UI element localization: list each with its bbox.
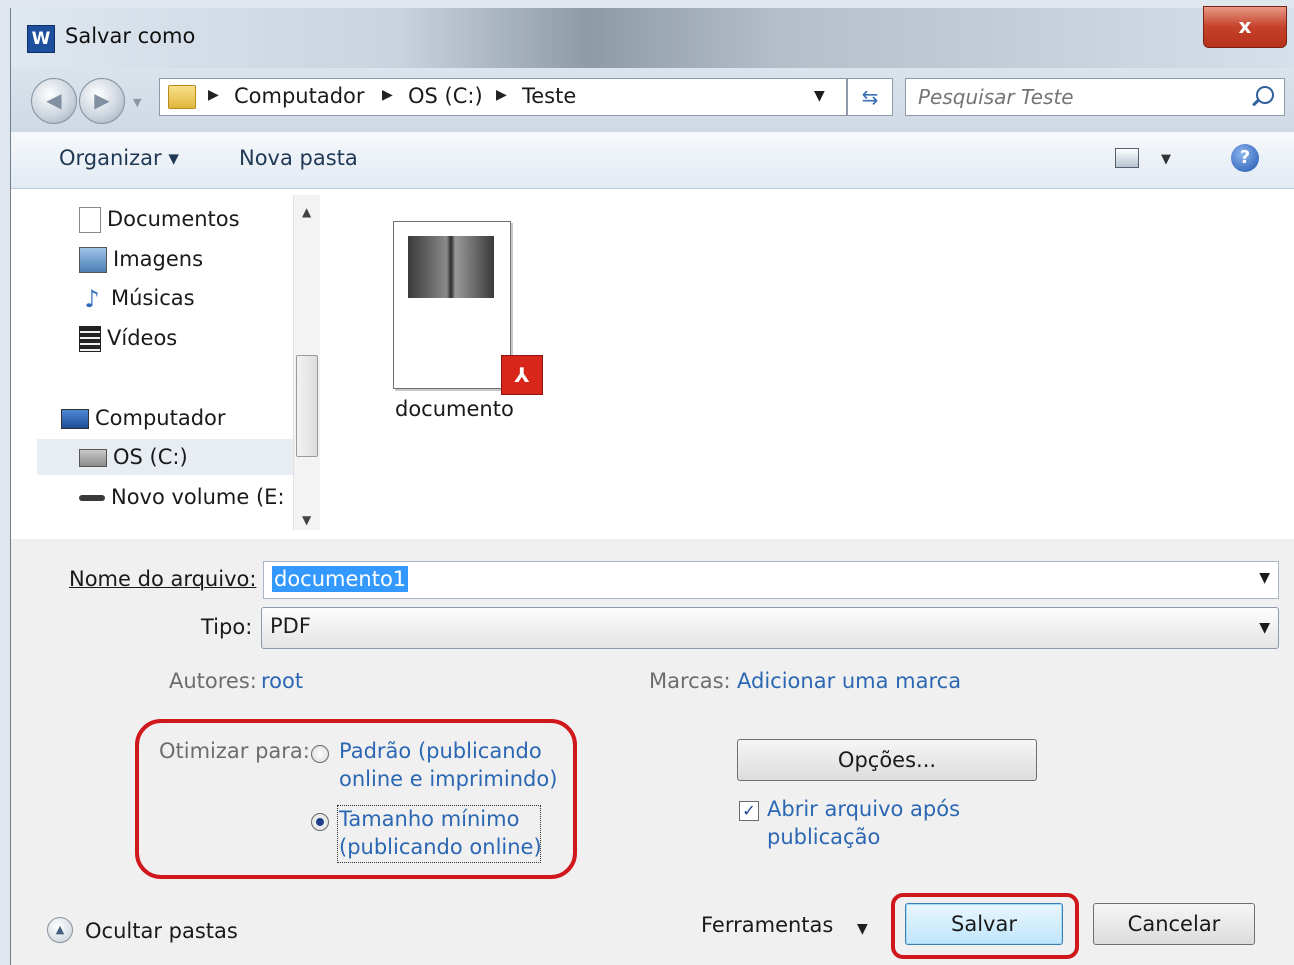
refresh-button[interactable]: ⇆ xyxy=(847,78,893,116)
filename-label: Nome do arquivo: xyxy=(69,567,257,591)
pdf-icon: ⅄ xyxy=(501,355,543,395)
hide-folders-button[interactable]: Ocultar pastas xyxy=(85,919,238,943)
filename-field[interactable]: documento1 ▼ xyxy=(263,561,1279,599)
file-name-label[interactable]: documento xyxy=(395,397,514,421)
tree-item-label: Novo volume (E: xyxy=(111,485,285,509)
search-icon[interactable] xyxy=(1256,86,1274,104)
drive-icon xyxy=(79,449,107,467)
forward-button[interactable]: ▶ xyxy=(79,78,125,124)
organize-menu[interactable]: Organizar ▾ xyxy=(59,146,179,170)
open-after-label-line2[interactable]: publicação xyxy=(767,825,880,849)
cancel-button[interactable]: Cancelar xyxy=(1093,903,1255,945)
back-button[interactable]: ◀ xyxy=(31,78,77,124)
type-label: Tipo: xyxy=(201,615,253,639)
optimize-minimum-radio[interactable] xyxy=(311,813,329,831)
breadcrumb-os-c[interactable]: OS (C:) xyxy=(408,84,483,108)
filename-dropdown-icon[interactable]: ▼ xyxy=(1259,570,1270,586)
optimize-standard-radio[interactable] xyxy=(311,745,329,763)
tree-item-computador[interactable]: Computador xyxy=(61,400,316,436)
refresh-icon: ⇆ xyxy=(861,85,879,109)
type-select-value: PDF xyxy=(270,614,311,638)
breadcrumb-teste[interactable]: Teste xyxy=(522,84,576,108)
authors-label: Autores: xyxy=(169,669,257,693)
save-options-form: Nome do arquivo: documento1 ▼ Tipo: PDF … xyxy=(11,539,1294,965)
optimize-minimum-line2[interactable]: (publicando online) xyxy=(339,835,542,859)
new-folder-button[interactable]: Nova pasta xyxy=(239,146,358,170)
save-as-dialog: W Salvar como x ◀ ▶ ▼ ▶ Computador ▶ OS … xyxy=(10,6,1294,965)
search-input[interactable] xyxy=(916,83,1240,111)
view-options-dropdown-icon[interactable]: ▼ xyxy=(1161,152,1171,167)
document-thumbnail xyxy=(393,221,511,389)
navigation-tree: Documentos Imagens ♪ Músicas Vídeos Compu… xyxy=(27,189,299,539)
breadcrumb-computador[interactable]: Computador xyxy=(234,84,365,108)
breadcrumb-separator-icon[interactable]: ▶ xyxy=(496,87,507,103)
address-bar[interactable]: ▶ Computador ▶ OS (C:) ▶ Teste ▼ xyxy=(159,78,847,116)
document-preview-image xyxy=(408,236,494,298)
computer-icon xyxy=(61,409,89,429)
change-view-icon[interactable] xyxy=(1115,148,1139,168)
nav-scrollbar[interactable]: ▲ ▼ xyxy=(293,195,320,530)
address-dropdown-icon[interactable]: ▼ xyxy=(814,88,825,104)
tools-menu[interactable]: Ferramentas xyxy=(701,913,833,937)
tree-item-label: Músicas xyxy=(111,286,195,310)
type-select[interactable]: PDF ▼ xyxy=(261,607,1279,649)
type-dropdown-icon[interactable]: ▼ xyxy=(1259,620,1270,636)
authors-value[interactable]: root xyxy=(261,669,303,693)
content-pane: Documentos Imagens ♪ Músicas Vídeos Compu… xyxy=(11,189,1294,539)
navigation-bar: ◀ ▶ ▼ ▶ Computador ▶ OS (C:) ▶ Teste ▼ ⇆ xyxy=(11,68,1294,132)
tree-item-label: OS (C:) xyxy=(113,445,188,469)
word-app-icon: W xyxy=(27,25,55,53)
tree-item-novo-volume[interactable]: Novo volume (E: xyxy=(79,479,299,515)
videos-icon xyxy=(79,326,101,352)
optimize-label: Otimizar para: xyxy=(159,739,310,763)
tags-label: Marcas: xyxy=(649,669,731,693)
tree-item-label: Computador xyxy=(95,406,226,430)
open-after-checkbox[interactable]: ✓ xyxy=(739,801,759,821)
music-icon: ♪ xyxy=(84,285,100,313)
pictures-icon xyxy=(79,247,107,273)
tools-dropdown-icon[interactable]: ▼ xyxy=(857,921,868,937)
filename-input-value[interactable]: documento1 xyxy=(272,566,409,592)
tags-value[interactable]: Adicionar uma marca xyxy=(737,669,961,693)
tree-item-label: Vídeos xyxy=(107,326,178,350)
tree-item-label: Imagens xyxy=(113,247,204,271)
external-drive-icon xyxy=(79,495,105,501)
options-button[interactable]: Opções... xyxy=(737,739,1037,781)
save-button[interactable]: Salvar xyxy=(905,903,1063,945)
hide-folders-icon[interactable]: ▲ xyxy=(47,917,73,943)
breadcrumb-separator-icon[interactable]: ▶ xyxy=(382,87,393,103)
optimize-standard-line2[interactable]: online e imprimindo) xyxy=(339,767,557,791)
command-toolbar: Organizar ▾ Nova pasta ▼ ? xyxy=(11,132,1294,189)
scroll-up-icon[interactable]: ▲ xyxy=(302,205,311,219)
tree-item-os-c[interactable]: OS (C:) xyxy=(37,439,299,475)
optimize-standard-line1[interactable]: Padrão (publicando xyxy=(339,739,542,763)
open-after-label-line1[interactable]: Abrir arquivo após xyxy=(767,797,960,821)
scrollbar-thumb[interactable] xyxy=(296,355,318,457)
file-item[interactable]: ⅄ xyxy=(363,209,543,395)
recent-locations-icon[interactable]: ▼ xyxy=(133,96,141,109)
search-box[interactable] xyxy=(905,78,1285,116)
help-icon[interactable]: ? xyxy=(1231,144,1259,172)
optimize-minimum-line1[interactable]: Tamanho mínimo xyxy=(339,807,519,831)
scroll-down-icon[interactable]: ▼ xyxy=(302,513,311,527)
window-title: Salvar como xyxy=(65,24,196,48)
close-button[interactable]: x xyxy=(1203,6,1287,48)
documents-icon xyxy=(79,207,101,233)
title-bar: W Salvar como x xyxy=(11,6,1294,68)
breadcrumb-separator-icon[interactable]: ▶ xyxy=(208,87,219,103)
back-arrow-icon: ◀ xyxy=(46,88,62,112)
tree-item-label: Documentos xyxy=(107,207,240,231)
forward-arrow-icon: ▶ xyxy=(94,88,110,112)
folder-icon xyxy=(168,85,196,109)
